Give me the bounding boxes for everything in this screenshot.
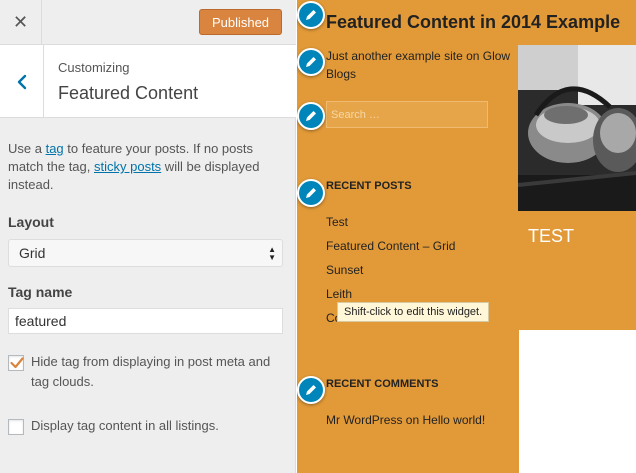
tag-link[interactable]: tag xyxy=(46,141,64,156)
comment-on-text: on xyxy=(405,413,420,427)
publish-button[interactable]: Published xyxy=(199,9,282,35)
recent-comment: Mr WordPress on Hello world! xyxy=(326,413,485,427)
customizer-panel: ✕ Published Customizing Featured Content… xyxy=(0,0,296,473)
site-title[interactable]: Featured Content in 2014 Example xyxy=(326,12,620,33)
pencil-icon xyxy=(306,10,316,20)
layout-select[interactable]: Grid ▲ ▼ xyxy=(8,239,283,267)
select-arrows-icon: ▲ ▼ xyxy=(268,245,276,262)
hide-tag-checkbox[interactable] xyxy=(8,355,24,371)
pencil-icon xyxy=(306,188,316,198)
customizer-header: ✕ Published xyxy=(0,0,296,45)
chevron-left-icon xyxy=(17,74,26,89)
recent-post-link[interactable]: Featured Content – Grid xyxy=(326,239,455,253)
display-tag-content-label: Display tag content in all listings. xyxy=(31,418,219,433)
pencil-icon xyxy=(306,57,316,67)
comment-author-link[interactable]: Mr WordPress xyxy=(326,413,402,427)
comment-post-link[interactable]: Hello world! xyxy=(423,413,486,427)
widget-edit-tooltip: Shift-click to edit this widget. xyxy=(337,302,490,322)
pencil-icon xyxy=(306,385,316,395)
section-header: Customizing Featured Content xyxy=(0,45,296,118)
checkmark-icon xyxy=(10,357,24,369)
edit-shortcut-recent-comments[interactable] xyxy=(297,376,325,404)
edit-shortcut-tagline[interactable] xyxy=(297,48,325,76)
site-description: Just another example site on Glow Blogs xyxy=(326,49,511,81)
section-description: Use a tag to feature your posts. If no p… xyxy=(8,140,286,194)
recent-post-link[interactable]: Test xyxy=(326,215,348,229)
back-button[interactable] xyxy=(0,45,44,118)
recent-post-link[interactable]: Sunset xyxy=(326,263,363,277)
site-preview: TEST Featured Content in 2014 Example Ju… xyxy=(297,0,636,473)
description-text: Use a tag to feature your posts. If no p… xyxy=(8,141,260,192)
tag-name-value: featured xyxy=(15,313,67,329)
layout-selected-value: Grid xyxy=(19,245,46,261)
edit-shortcut-recent-posts[interactable] xyxy=(297,179,325,207)
recent-posts-title: Recent Posts xyxy=(326,180,412,192)
section-title: Featured Content xyxy=(58,83,199,103)
recent-comments-title: Recent Comments xyxy=(326,378,439,390)
layout-label: Layout xyxy=(8,214,54,230)
customizing-label: Customizing xyxy=(58,60,130,75)
tag-name-input[interactable]: featured xyxy=(8,308,283,334)
edit-shortcut-site-title[interactable] xyxy=(297,1,325,29)
close-icon: ✕ xyxy=(12,12,29,32)
featured-post-image[interactable] xyxy=(518,45,636,211)
edit-shortcut-search[interactable] xyxy=(297,102,325,130)
hide-tag-label: Hide tag from displaying in post meta an… xyxy=(31,354,271,389)
close-button[interactable]: ✕ xyxy=(0,0,42,45)
tag-name-label: Tag name xyxy=(8,284,73,300)
sticky-posts-link[interactable]: sticky posts xyxy=(94,159,161,174)
kettle-image xyxy=(518,45,636,211)
search-placeholder: Search … xyxy=(331,108,380,121)
display-tag-content-checkbox[interactable] xyxy=(8,419,24,435)
search-input[interactable]: Search … xyxy=(326,101,488,128)
featured-post-title[interactable]: TEST xyxy=(528,226,574,247)
recent-post-link[interactable]: Leith xyxy=(326,287,352,301)
pencil-icon xyxy=(306,111,316,121)
